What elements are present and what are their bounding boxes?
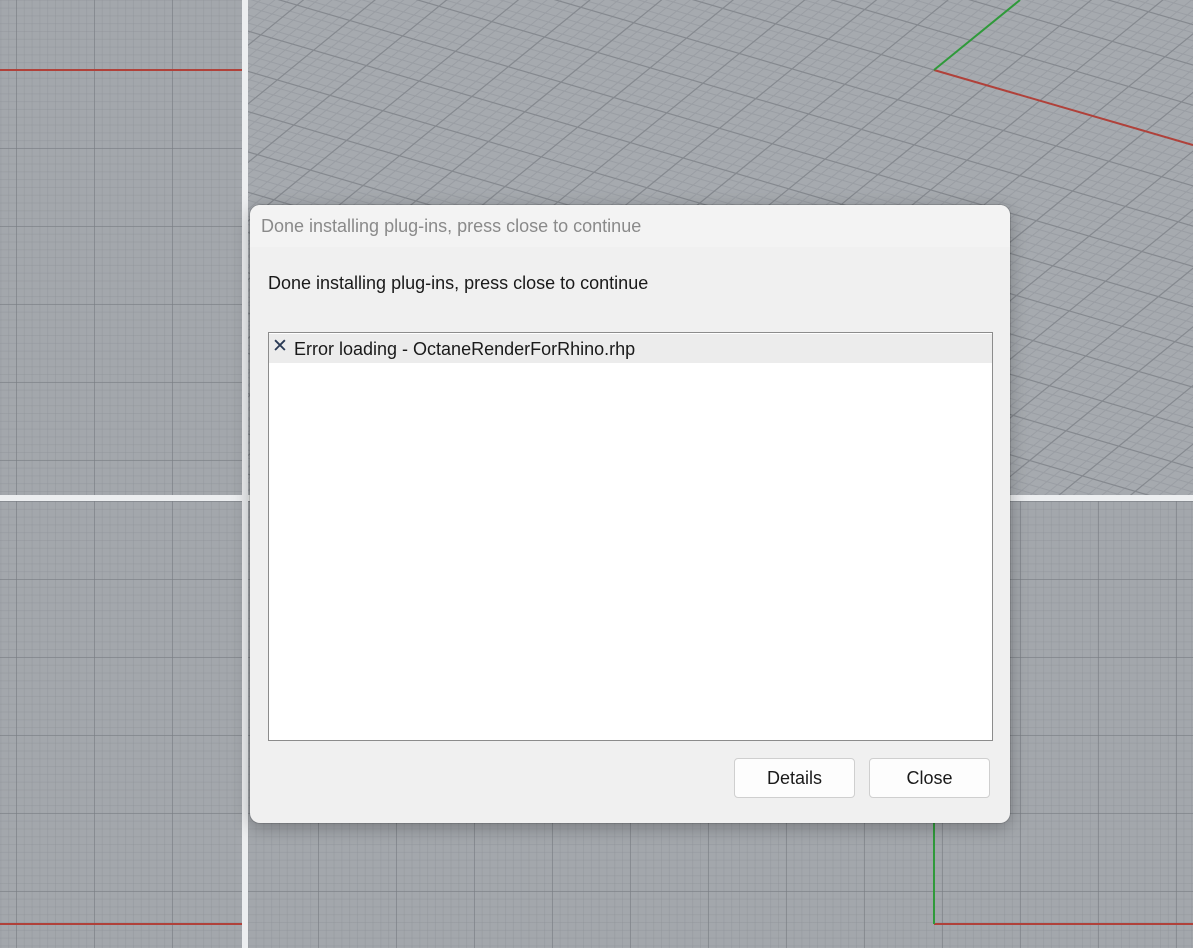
details-button[interactable]: Details	[734, 758, 855, 798]
plugin-install-dialog: Done installing plug-ins, press close to…	[250, 205, 1010, 823]
x-axis-line-front	[0, 923, 242, 925]
close-button[interactable]: Close	[869, 758, 990, 798]
list-item[interactable]: ✕ Error loading - OctaneRenderForRhino.r…	[269, 334, 992, 363]
dialog-title-bar[interactable]: Done installing plug-ins, press close to…	[250, 205, 1010, 247]
dialog-message: Done installing plug-ins, press close to…	[268, 273, 649, 293]
viewport-splitter-vertical[interactable]	[242, 0, 248, 948]
plugin-results-list[interactable]: ✕ Error loading - OctaneRenderForRhino.r…	[268, 332, 993, 741]
z-axis-line-right	[933, 823, 935, 924]
viewport-top[interactable]	[0, 0, 242, 495]
dialog-title: Done installing plug-ins, press close to…	[261, 216, 642, 236]
close-x-icon: ✕	[272, 336, 288, 357]
x-axis-line-right	[934, 923, 1193, 925]
x-axis-line	[0, 69, 242, 71]
list-item-label: Error loading - OctaneRenderForRhino.rhp	[294, 339, 636, 359]
viewport-front[interactable]	[0, 501, 242, 948]
